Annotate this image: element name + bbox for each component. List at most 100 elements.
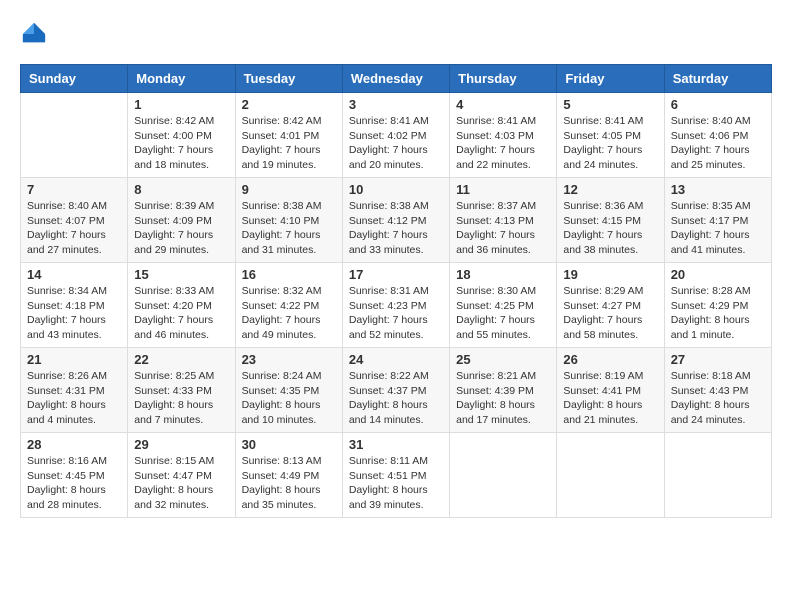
- calendar-cell: 30 Sunrise: 8:13 AMSunset: 4:49 PMDayligh…: [235, 433, 342, 518]
- sunrise-text: Sunrise: 8:37 AM: [456, 200, 536, 212]
- sunset-text: Sunset: 4:51 PM: [349, 470, 427, 482]
- sunset-text: Sunset: 4:12 PM: [349, 215, 427, 227]
- calendar-cell: 25 Sunrise: 8:21 AM Sunset: 4:39 PM Dayligh…: [450, 348, 557, 433]
- calendar-cell: 10Sunrise: 8:38 AMSunset: 4:12 PMDayligh…: [342, 178, 449, 263]
- daylight-text: Daylight: 8 hours and 4 minutes.: [27, 399, 106, 426]
- calendar-cell: 4Sunrise: 8:41 AMSunset: 4:03 PMDaylight…: [450, 93, 557, 178]
- daylight-text: Daylight: 8 hours and 1 minute.: [671, 314, 750, 341]
- sunrise-text: Sunrise: 8:35 AM: [671, 200, 751, 212]
- calendar-week-5: 28Sunrise: 8:16 AMSunset: 4:45 PMDayligh…: [21, 433, 772, 518]
- day-number: 4: [456, 97, 550, 112]
- calendar-header-friday: Friday: [557, 65, 664, 93]
- calendar-cell: 16Sunrise: 8:32 AMSunset: 4:22 PMDayligh…: [235, 263, 342, 348]
- sunrise-text: Sunrise: 8:40 AM: [27, 200, 107, 212]
- sunrise-text: Sunrise: 8:24 AM: [242, 370, 322, 382]
- calendar-cell: 31Sunrise: 8:11 AMSunset: 4:51 PMDayligh…: [342, 433, 449, 518]
- daylight-text: Daylight: 7 hours and 46 minutes.: [134, 314, 213, 341]
- sunrise-text: Sunrise: 8:13 AM: [242, 455, 322, 467]
- sunrise-text: Sunrise: 8:21 AM: [456, 370, 536, 382]
- sunset-text: Sunset: 4:10 PM: [242, 215, 320, 227]
- sunset-text: Sunset: 4:23 PM: [349, 300, 427, 312]
- sunset-text: Sunset: 4:35 PM: [242, 385, 320, 397]
- sunset-text: Sunset: 4:47 PM: [134, 470, 212, 482]
- day-info: Sunrise: 8:28 AMSunset: 4:29 PMDaylight:…: [671, 284, 765, 343]
- day-info: Sunrise: 8:38 AMSunset: 4:12 PMDaylight:…: [349, 199, 443, 258]
- day-number: 25: [456, 352, 550, 367]
- calendar-cell: 24Sunrise: 8:22 AMSunset: 4:37 PMDayligh…: [342, 348, 449, 433]
- sunset-text: Sunset: 4:41 PM: [563, 385, 641, 397]
- day-info: Sunrise: 8:37 AMSunset: 4:13 PMDaylight:…: [456, 199, 550, 258]
- sunset-text: Sunset: 4:17 PM: [671, 215, 749, 227]
- calendar-cell: 29Sunrise: 8:15 AMSunset: 4:47 PMDayligh…: [128, 433, 235, 518]
- sunrise-text: Sunrise: 8:41 AM: [456, 115, 536, 127]
- daylight-text: Daylight: 8 hours and 21 minutes.: [563, 399, 642, 426]
- sunrise-text: Sunrise: 8:25 AM: [134, 370, 214, 382]
- daylight-text: Daylight: 7 hours and 29 minutes.: [134, 229, 213, 256]
- day-info: Sunrise: 8:35 AM Sunset: 4:17 PM Daylight:…: [671, 199, 765, 258]
- day-number: 6: [671, 97, 765, 112]
- sunset-text: Sunset: 4:39 PM: [456, 385, 534, 397]
- daylight-text: Daylight: 8 hours and 24 minutes.: [671, 399, 750, 426]
- daylight-text: Daylight: 7 hours and 31 minutes.: [242, 229, 321, 256]
- day-info: Sunrise: 8:19 AMSunset: 4:41 PMDaylight:…: [563, 369, 657, 428]
- calendar-table: SundayMondayTuesdayWednesdayThursdayFrid…: [20, 64, 772, 518]
- daylight-text: Daylight: 7 hours and 41 minutes.: [671, 229, 750, 256]
- sunset-text: Sunset: 4:45 PM: [27, 470, 105, 482]
- sunset-text: Sunset: 4:01 PM: [242, 130, 320, 142]
- day-number: 17: [349, 267, 443, 282]
- day-number: 21: [27, 352, 121, 367]
- calendar-cell: 6Sunrise: 8:40 AMSunset: 4:06 PMDaylight…: [664, 93, 771, 178]
- sunrise-text: Sunrise: 8:36 AM: [563, 200, 643, 212]
- calendar-cell: 23 Sunrise: 8:24 AM Sunset: 4:35 PM Dayligh…: [235, 348, 342, 433]
- sunrise-text: Sunrise: 8:26 AM: [27, 370, 107, 382]
- day-number: 30: [242, 437, 336, 452]
- daylight-text: Daylight: 8 hours and 17 minutes.: [456, 399, 535, 426]
- day-info: Sunrise: 8:11 AMSunset: 4:51 PMDaylight:…: [349, 454, 443, 513]
- day-number: 5: [563, 97, 657, 112]
- day-info: Sunrise: 8:13 AMSunset: 4:49 PMDaylight:…: [242, 454, 336, 513]
- sunset-text: Sunset: 4:03 PM: [456, 130, 534, 142]
- day-info: Sunrise: 8:15 AMSunset: 4:47 PMDaylight:…: [134, 454, 228, 513]
- sunrise-text: Sunrise: 8:33 AM: [134, 285, 214, 297]
- calendar-week-4: 21 Sunrise: 8:26 AMSunset: 4:31 PMDayligh…: [21, 348, 772, 433]
- day-number: 20: [671, 267, 765, 282]
- calendar-cell: 14 Sunrise: 8:34 AMSunset: 4:18 PMDayligh…: [21, 263, 128, 348]
- sunset-text: Sunset: 4:29 PM: [671, 300, 749, 312]
- day-info: Sunrise: 8:26 AMSunset: 4:31 PMDaylight:…: [27, 369, 121, 428]
- sunset-text: Sunset: 4:22 PM: [242, 300, 320, 312]
- daylight-text: Daylight: 7 hours and 33 minutes.: [349, 229, 428, 256]
- sunrise-text: Sunrise: 8:11 AM: [349, 455, 428, 467]
- calendar-cell: 11 Sunrise: 8:37 AMSunset: 4:13 PMDayligh…: [450, 178, 557, 263]
- day-info: Sunrise: 8:42 AMSunset: 4:01 PMDaylight:…: [242, 114, 336, 173]
- calendar-cell: 9 Sunrise: 8:38 AM Sunset: 4:10 PM Daylight…: [235, 178, 342, 263]
- sunset-text: Sunset: 4:02 PM: [349, 130, 427, 142]
- daylight-text: Daylight: 7 hours and 49 minutes.: [242, 314, 321, 341]
- calendar-week-3: 14 Sunrise: 8:34 AMSunset: 4:18 PMDayligh…: [21, 263, 772, 348]
- day-number: 22: [134, 352, 228, 367]
- day-info: Sunrise: 8:21 AM Sunset: 4:39 PM Daylight:…: [456, 369, 550, 428]
- day-number: 16: [242, 267, 336, 282]
- day-number: 11: [456, 182, 550, 197]
- day-number: 19: [563, 267, 657, 282]
- logo: [20, 20, 52, 48]
- sunset-text: Sunset: 4:00 PM: [134, 130, 212, 142]
- daylight-text: Daylight: 7 hours and 18 minutes.: [134, 144, 213, 171]
- day-number: 1: [134, 97, 228, 112]
- day-number: 7: [27, 182, 121, 197]
- day-info: Sunrise: 8:40 AMSunset: 4:07 PMDaylight:…: [27, 199, 121, 258]
- day-info: Sunrise: 8:34 AMSunset: 4:18 PMDaylight:…: [27, 284, 121, 343]
- day-number: 9: [242, 182, 336, 197]
- day-number: 12: [563, 182, 657, 197]
- day-number: 23: [242, 352, 336, 367]
- daylight-text: Daylight: 8 hours and 10 minutes.: [242, 399, 321, 426]
- sunset-text: Sunset: 4:07 PM: [27, 215, 105, 227]
- sunrise-text: Sunrise: 8:30 AM: [456, 285, 536, 297]
- day-info: Sunrise: 8:39 AMSunset: 4:09 PMDaylight:…: [134, 199, 228, 258]
- day-info: Sunrise: 8:38 AM Sunset: 4:10 PM Daylight:…: [242, 199, 336, 258]
- day-number: 14: [27, 267, 121, 282]
- day-info: Sunrise: 8:16 AMSunset: 4:45 PMDaylight:…: [27, 454, 121, 513]
- sunrise-text: Sunrise: 8:29 AM: [563, 285, 643, 297]
- calendar-cell: 13Sunrise: 8:35 AMSunset: 4:17 PMDayligh…: [664, 178, 771, 263]
- sunrise-text: Sunrise: 8:38 AM: [242, 200, 322, 212]
- sunrise-text: Sunrise: 8:39 AM: [134, 200, 214, 212]
